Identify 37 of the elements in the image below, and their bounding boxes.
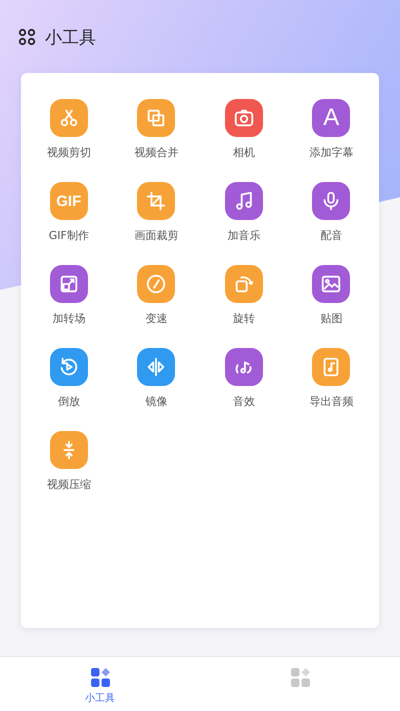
tool-label: 配音 [320, 228, 342, 243]
transition-icon[interactable] [50, 265, 88, 303]
tool-label: 添加字幕 [309, 145, 354, 160]
tool-label: 相机 [232, 145, 255, 160]
scissors-icon[interactable] [50, 99, 88, 137]
page-title: 小工具 [45, 26, 96, 48]
tool-label: 视频剪切 [46, 145, 91, 160]
tool-label: 画面裁剪 [134, 228, 178, 243]
image-icon[interactable] [312, 265, 350, 303]
tool-label: 加音乐 [227, 228, 260, 243]
speed-icon[interactable] [137, 265, 176, 303]
tool-label: 倒放 [58, 394, 80, 409]
mic-icon[interactable] [312, 182, 350, 220]
compress-icon[interactable] [50, 431, 88, 469]
grid-icon [18, 28, 36, 46]
tool-label: 视频合并 [134, 145, 178, 160]
tool-label: 加转场 [52, 311, 86, 326]
tool-label: 导出音频 [309, 394, 354, 409]
rotate-icon[interactable] [224, 265, 263, 303]
export-icon[interactable] [312, 348, 350, 386]
tiles-icon [90, 667, 110, 688]
tool-label: 音效 [232, 394, 255, 409]
music-icon[interactable] [224, 182, 263, 220]
merge-icon[interactable] [137, 99, 176, 137]
sound-icon[interactable] [224, 348, 263, 386]
tool-label: 变速 [145, 311, 168, 326]
tool-label: GIF制作 [48, 228, 89, 243]
crop-icon[interactable] [137, 182, 176, 220]
tool-label: 镜像 [145, 394, 168, 409]
reverse-icon[interactable] [50, 348, 88, 386]
camera-icon[interactable] [224, 99, 263, 137]
tool-label: 贴图 [320, 311, 342, 326]
tool-button[interactable]: A [312, 99, 350, 137]
tool-label: 旋转 [232, 311, 255, 326]
tiles-icon [290, 667, 310, 688]
tool-label: 视频压缩 [46, 477, 91, 492]
mirror-icon[interactable] [137, 348, 176, 386]
